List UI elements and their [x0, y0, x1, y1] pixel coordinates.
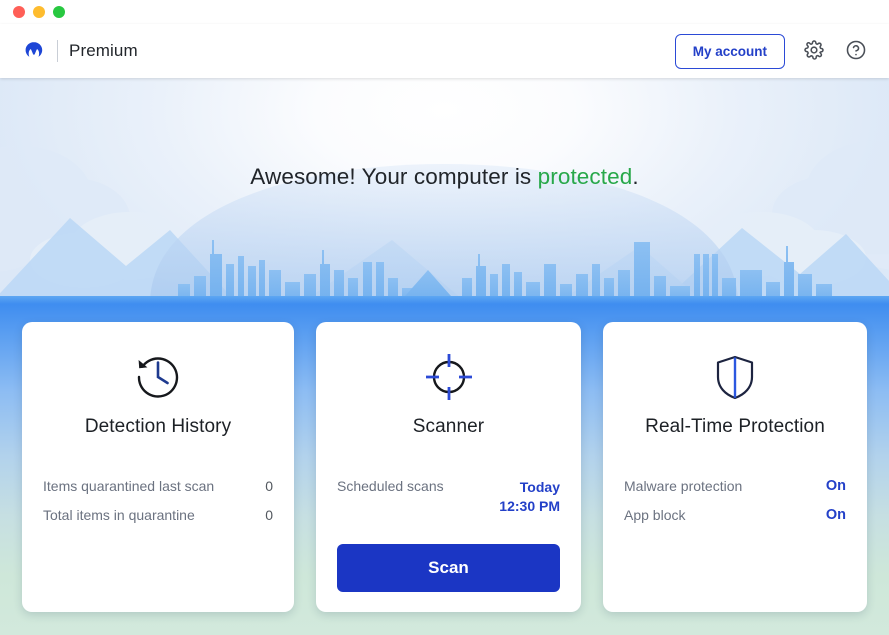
- gear-icon: [803, 39, 825, 64]
- malwarebytes-logo-icon: [22, 39, 46, 63]
- brand-divider: [57, 40, 58, 62]
- help-circle-icon: [845, 39, 867, 64]
- card-title: Detection History: [84, 416, 232, 437]
- stat-value: On: [825, 478, 846, 494]
- app-header: Premium My account: [0, 24, 889, 78]
- stat-label: Items quarantined last scan: [43, 478, 215, 494]
- status-word: protected: [537, 164, 633, 189]
- stat-value: On: [825, 507, 846, 523]
- stat-row: Malware protection On: [624, 472, 846, 501]
- stat-label: Total items in quarantine: [43, 507, 195, 523]
- stat-row: Total items in quarantine 0: [43, 501, 273, 530]
- status-message-prefix: Awesome! Your computer is: [250, 164, 538, 189]
- scheduled-scan-time: 12:30 PM: [499, 497, 560, 514]
- stat-label: App block: [624, 507, 686, 523]
- window-titlebar: [0, 0, 889, 24]
- scheduled-scan-value: Today 12:30 PM: [499, 478, 560, 516]
- clock-history-icon: [130, 346, 186, 408]
- help-button[interactable]: [843, 38, 869, 64]
- minimize-window-button[interactable]: [33, 6, 45, 18]
- scanner-stats: Scheduled scans Today 12:30 PM: [337, 472, 560, 523]
- scanner-card[interactable]: Scanner Scheduled scans Today 12:30 PM S…: [316, 322, 581, 612]
- settings-button[interactable]: [801, 38, 827, 64]
- stat-row: App block On: [624, 501, 846, 530]
- hero-illustration: [0, 140, 889, 304]
- brand-name: Premium: [69, 41, 138, 60]
- detection-stats: Items quarantined last scan 0 Total item…: [43, 472, 273, 530]
- card-title: Scanner: [412, 416, 485, 437]
- brand: Premium: [22, 39, 138, 63]
- shield-icon: [707, 346, 763, 408]
- malwarebytes-app-window: Premium My account Awesome! Your compute…: [0, 0, 889, 635]
- stat-row: Items quarantined last scan 0: [43, 472, 273, 501]
- stat-value: 0: [265, 478, 273, 494]
- window-traffic-lights: [13, 6, 65, 18]
- card-title: Real-Time Protection: [645, 416, 825, 437]
- real-time-protection-card[interactable]: Real-Time Protection Malware protection …: [603, 322, 867, 612]
- stat-label: Scheduled scans: [337, 478, 444, 494]
- realtime-stats: Malware protection On App block On: [624, 472, 846, 530]
- status-message-suffix: .: [632, 164, 639, 189]
- scan-button[interactable]: Scan: [337, 544, 560, 592]
- my-account-button[interactable]: My account: [674, 33, 785, 69]
- dashboard-cards: Detection History Items quarantined last…: [22, 322, 867, 612]
- header-actions: My account: [674, 33, 869, 69]
- stat-value: 0: [265, 507, 273, 523]
- stat-label: Malware protection: [624, 478, 743, 494]
- crosshair-target-icon: [421, 346, 477, 408]
- zoom-window-button[interactable]: [53, 6, 65, 18]
- close-window-button[interactable]: [13, 6, 25, 18]
- hero-banner: Awesome! Your computer is protected.: [0, 78, 889, 304]
- scheduled-scan-day: Today: [519, 479, 560, 495]
- detection-history-card[interactable]: Detection History Items quarantined last…: [22, 322, 294, 612]
- protection-status-message: Awesome! Your computer is protected.: [0, 164, 889, 190]
- stat-row: Scheduled scans Today 12:30 PM: [337, 472, 560, 523]
- water-strip: [0, 296, 889, 304]
